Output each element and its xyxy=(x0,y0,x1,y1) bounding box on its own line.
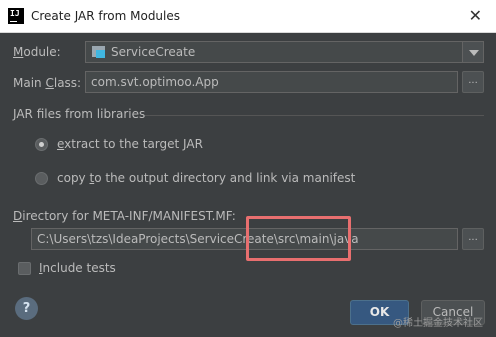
title-bar: IJ Create JAR from Modules ✕ xyxy=(0,0,496,33)
copy-radio-label[interactable]: copy to the output directory and link vi… xyxy=(57,171,355,185)
manifest-dir-label: Directory for META-INF/MANIFEST.MF: xyxy=(13,209,236,223)
close-icon[interactable]: ✕ xyxy=(469,6,482,26)
highlight-annotation xyxy=(246,216,351,261)
manifest-dir-browse-button[interactable]: ... xyxy=(462,228,484,250)
include-tests-label[interactable]: Include tests xyxy=(39,261,116,275)
module-label-rest: odule: xyxy=(23,45,61,59)
jar-files-section-label: JAR files from libraries xyxy=(13,107,146,121)
module-value: ServiceCreate xyxy=(111,45,196,59)
window-title: Create JAR from Modules xyxy=(31,9,181,23)
module-label: Module: xyxy=(13,45,61,59)
help-icon[interactable]: ? xyxy=(15,297,38,320)
extract-radio[interactable] xyxy=(35,138,48,151)
module-select[interactable]: ServiceCreate xyxy=(85,41,484,63)
module-folder-icon xyxy=(92,46,105,58)
include-tests-checkbox[interactable] xyxy=(18,262,31,275)
extract-radio-label[interactable]: extract to the target JAR xyxy=(57,137,203,151)
watermark: @稀土掘金技术社区 xyxy=(393,318,483,329)
chevron-down-icon[interactable] xyxy=(462,42,483,62)
copy-radio[interactable] xyxy=(35,172,48,185)
manifest-dir-input[interactable]: C:\Users\tzs\IdeaProjects\ServiceCreate\… xyxy=(31,228,458,250)
main-class-value: com.svt.optimoo.App xyxy=(91,75,219,89)
intellij-logo-icon: IJ xyxy=(8,8,24,24)
main-class-label: Main Class: xyxy=(13,76,82,90)
main-class-browse-button[interactable]: ... xyxy=(462,71,484,93)
section-divider xyxy=(145,115,484,116)
main-class-input[interactable]: com.svt.optimoo.App xyxy=(85,71,458,93)
